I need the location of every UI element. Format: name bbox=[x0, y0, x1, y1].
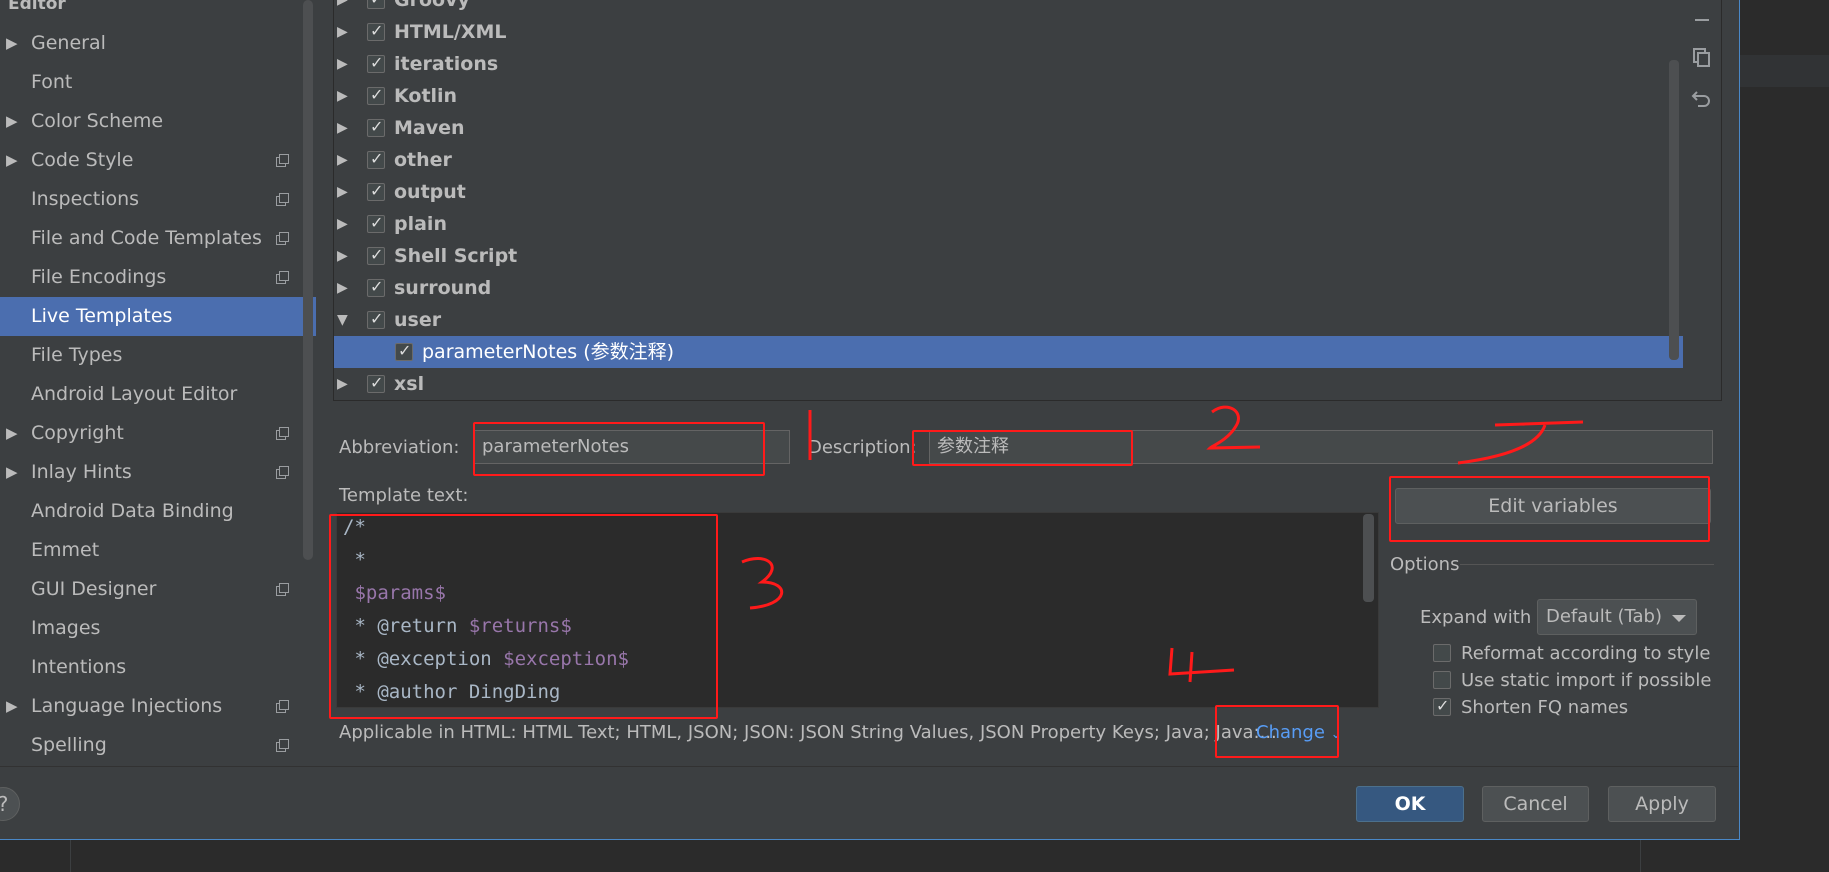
sidebar-item-label: Images bbox=[31, 617, 101, 639]
option-checkbox[interactable] bbox=[1433, 644, 1451, 662]
templates-tree-border bbox=[333, 0, 1722, 401]
project-scope-icon bbox=[276, 700, 289, 713]
templates-tree-scrollbar[interactable] bbox=[1669, 60, 1679, 360]
option-label: Use static import if possible bbox=[1461, 670, 1712, 691]
project-scope-icon bbox=[276, 739, 289, 752]
settings-sidebar: Editor ▶ General Font ▶ Color Scheme ▶ Code St… bbox=[0, 0, 316, 766]
sidebar-item-inspections[interactable]: Inspections bbox=[0, 180, 316, 219]
annotation-box-abbreviation bbox=[473, 422, 765, 476]
expand-with-value: Default (Tab) bbox=[1546, 606, 1663, 627]
template-text-label: Template text: bbox=[339, 485, 469, 506]
project-scope-icon bbox=[276, 583, 289, 596]
sidebar-item-android-data-binding[interactable]: Android Data Binding bbox=[0, 492, 316, 531]
option-checkbox[interactable] bbox=[1433, 671, 1451, 689]
sidebar-item-file-types[interactable]: File Types bbox=[0, 336, 316, 375]
option-reformat-according-to-style[interactable]: Reformat according to style bbox=[1433, 642, 1713, 666]
sidebar-item-code-style[interactable]: ▶ Code Style bbox=[0, 141, 316, 180]
background-editor-bottom bbox=[0, 840, 1740, 872]
annotation-box-change bbox=[1215, 705, 1339, 758]
option-checkbox[interactable]: ✓ bbox=[1433, 696, 1451, 716]
option-label: Shorten FQ names bbox=[1461, 697, 1629, 718]
project-scope-icon bbox=[276, 193, 289, 206]
sidebar-item-label: Copyright bbox=[31, 422, 124, 444]
sidebar-item-label: Android Data Binding bbox=[31, 500, 234, 522]
applicable-contexts: Applicable in HTML: HTML Text; HTML, JSO… bbox=[339, 722, 1277, 743]
sidebar-item-images[interactable]: Images bbox=[0, 609, 316, 648]
background-editor bbox=[1740, 0, 1829, 872]
sidebar-item-file-encodings[interactable]: File Encodings bbox=[0, 258, 316, 297]
expand-arrow-icon[interactable]: ▶ bbox=[6, 24, 18, 63]
option-use-static-import-if-possible[interactable]: Use static import if possible bbox=[1433, 669, 1713, 693]
project-scope-icon bbox=[276, 271, 289, 284]
expand-arrow-icon[interactable]: ▶ bbox=[6, 453, 18, 492]
options-label: Options bbox=[1390, 554, 1460, 575]
sidebar-item-label: Color Scheme bbox=[31, 110, 164, 132]
expand-arrow-icon[interactable]: ▶ bbox=[6, 102, 18, 141]
project-scope-icon bbox=[276, 154, 289, 167]
sidebar-item-file-and-code-templates[interactable]: File and Code Templates bbox=[0, 219, 316, 258]
expand-arrow-icon[interactable]: ▶ bbox=[6, 414, 18, 453]
sidebar-item-language-injections[interactable]: ▶ Language Injections bbox=[0, 687, 316, 726]
annotation-box-edit-variables bbox=[1389, 476, 1710, 542]
sidebar-item-label: Inlay Hints bbox=[31, 461, 132, 483]
background-editor-line bbox=[1740, 55, 1829, 87]
sidebar-item-inlay-hints[interactable]: ▶ Inlay Hints bbox=[0, 453, 316, 492]
description-label: Description: bbox=[808, 437, 917, 458]
sidebar-item-label: GUI Designer bbox=[31, 578, 157, 600]
expand-arrow-icon[interactable]: ▶ bbox=[6, 141, 18, 180]
sidebar-item-label: Spelling bbox=[31, 734, 107, 756]
settings-dialog: Editor ▶ General Font ▶ Color Scheme ▶ Code St… bbox=[0, 0, 1740, 840]
sidebar-item-label: Language Injections bbox=[31, 695, 223, 717]
sidebar-item-label: Inspections bbox=[31, 188, 140, 210]
sidebar-item-gui-designer[interactable]: GUI Designer bbox=[0, 570, 316, 609]
expand-arrow-icon[interactable]: ▶ bbox=[6, 687, 18, 726]
sidebar-item-copyright[interactable]: ▶ Copyright bbox=[0, 414, 316, 453]
cancel-button[interactable]: Cancel bbox=[1482, 786, 1589, 822]
background-divider bbox=[70, 840, 71, 872]
sidebar-item-label: General bbox=[31, 32, 106, 54]
sidebar-item-live-templates[interactable]: Live Templates bbox=[0, 297, 316, 336]
sidebar-scrollbar[interactable] bbox=[303, 0, 313, 560]
sidebar-item-label: File Types bbox=[31, 344, 123, 366]
project-scope-icon bbox=[276, 427, 289, 440]
sidebar-item-general[interactable]: ▶ General bbox=[0, 24, 316, 63]
templates-toolbar bbox=[1683, 0, 1721, 400]
options-divider bbox=[1460, 564, 1714, 565]
project-scope-icon bbox=[276, 232, 289, 245]
project-scope-icon bbox=[276, 466, 289, 479]
expand-with-label: Expand with bbox=[1420, 607, 1532, 628]
sidebar-item-label: File Encodings bbox=[31, 266, 167, 288]
sidebar-item-intentions[interactable]: Intentions bbox=[0, 648, 316, 687]
sidebar-item-label: Code Style bbox=[31, 149, 134, 171]
sidebar-item-android-layout-editor[interactable]: Android Layout Editor bbox=[0, 375, 316, 414]
sidebar-item-spelling[interactable]: Spelling bbox=[0, 726, 316, 765]
sidebar-item-label: Font bbox=[31, 71, 73, 93]
annotation-box-template-text bbox=[329, 514, 718, 719]
option-shorten-fq-names[interactable]: ✓ Shorten FQ names bbox=[1433, 696, 1713, 720]
apply-button[interactable]: Apply bbox=[1608, 786, 1716, 822]
template-editor-scrollbar[interactable] bbox=[1363, 514, 1374, 602]
sidebar-item-font[interactable]: Font bbox=[0, 63, 316, 102]
button-bar-divider bbox=[0, 766, 1738, 767]
sidebar-item-label: File and Code Templates bbox=[31, 227, 262, 249]
sidebar-item-label: Emmet bbox=[31, 539, 100, 561]
sidebar-item-emmet[interactable]: Emmet bbox=[0, 531, 316, 570]
undo-icon[interactable] bbox=[1690, 86, 1714, 110]
sidebar-item-label: Live Templates bbox=[31, 305, 173, 327]
sidebar-item-label: Intentions bbox=[31, 656, 127, 678]
sidebar-heading: Editor bbox=[8, 0, 66, 14]
sidebar-item-label: Android Layout Editor bbox=[31, 383, 238, 405]
abbreviation-label: Abbreviation: bbox=[339, 437, 460, 458]
check-icon: ✓ bbox=[1436, 696, 1450, 715]
sidebar-item-color-scheme[interactable]: ▶ Color Scheme bbox=[0, 102, 316, 141]
copy-icon[interactable] bbox=[1690, 46, 1714, 70]
background-divider bbox=[1640, 840, 1641, 872]
annotation-box-description bbox=[912, 430, 1133, 466]
option-label: Reformat according to style bbox=[1461, 643, 1711, 664]
ok-button[interactable]: OK bbox=[1356, 786, 1464, 822]
expand-with-select[interactable]: Default (Tab) bbox=[1537, 599, 1697, 635]
help-button[interactable]: ? bbox=[0, 787, 20, 821]
chevron-down-icon bbox=[1672, 615, 1686, 622]
minus-icon[interactable] bbox=[1690, 8, 1714, 32]
